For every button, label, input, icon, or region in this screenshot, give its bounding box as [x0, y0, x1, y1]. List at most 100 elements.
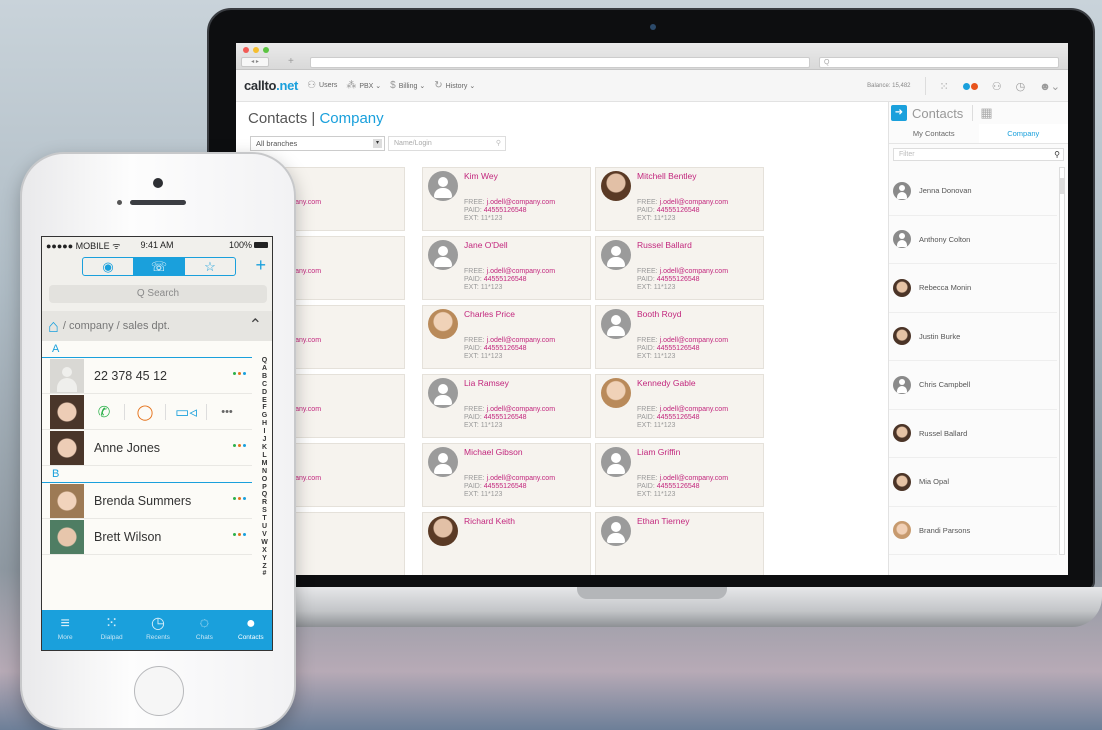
alphabet-letter[interactable]: V [260, 531, 269, 539]
contact-card[interactable]: Michael Gibson FREE: j.odell@company.com … [422, 443, 591, 507]
status-indicator[interactable] [962, 82, 978, 90]
alphabet-letter[interactable]: G [260, 412, 269, 420]
alphabet-letter[interactable]: A [260, 365, 269, 373]
alphabet-letter[interactable]: Z [260, 563, 269, 571]
phone-call-icon[interactable]: ✆ [84, 403, 124, 421]
contact-card[interactable]: Kim Wey FREE: j.odell@company.com PAID: 4… [422, 167, 591, 231]
tab-chats[interactable]: ◌ Chats [181, 610, 227, 650]
more-dots-icon[interactable] [233, 533, 246, 536]
panel-scrollbar[interactable] [1059, 167, 1065, 555]
clock-icon[interactable]: ◷ [1016, 80, 1026, 93]
contact-card[interactable]: Liam Griffin FREE: j.odell@company.com PA… [595, 443, 764, 507]
more-dots-icon[interactable] [233, 444, 246, 447]
alphabet-letter[interactable]: N [260, 468, 269, 476]
more-dots-icon[interactable] [233, 497, 246, 500]
alphabet-letter[interactable]: F [260, 404, 269, 412]
company-segment[interactable]: ☏ [134, 258, 185, 275]
alphabet-letter[interactable]: Q [260, 491, 269, 499]
name-login-filter[interactable]: Name/Login ⚲ [388, 136, 506, 151]
list-item[interactable]: Anne Jones [42, 430, 252, 466]
contact-card[interactable]: Lia Ramsey FREE: j.odell@company.com PAID… [422, 374, 591, 438]
contact-card[interactable]: Ethan Tierney [595, 512, 764, 575]
account-menu-icon[interactable]: ☻⌄ [1039, 80, 1060, 93]
browser-search-bar[interactable]: Q [819, 57, 1059, 68]
alphabet-letter[interactable]: M [260, 460, 269, 468]
url-bar[interactable] [310, 57, 810, 68]
video-call-icon[interactable]: ▭◃ [166, 403, 206, 421]
alphabet-letter[interactable]: L [260, 452, 269, 460]
panel-contact-item[interactable]: Rebecca Monin [889, 264, 1057, 313]
contact-card[interactable]: Jane O'Dell FREE: j.odell@company.com PAI… [422, 236, 591, 300]
alphabet-letter[interactable]: W [260, 539, 269, 547]
list-item[interactable]: 22 378 45 12 [42, 358, 252, 394]
panel-contact-item[interactable]: Justin Burke [889, 313, 1057, 361]
contact-name[interactable]: Booth Royd [637, 309, 681, 319]
grid-view-icon[interactable]: ▦ [972, 105, 993, 121]
contact-name[interactable]: Lia Ramsey [464, 378, 509, 388]
branch-select[interactable]: All branches ▾ [250, 136, 385, 151]
contact-name[interactable]: Russel Ballard [637, 240, 692, 250]
home-icon[interactable]: ⌂ [48, 316, 59, 337]
minimize-window-button[interactable] [253, 47, 259, 53]
back-forward-buttons[interactable]: ◂ ▸ [241, 57, 269, 67]
nav-users[interactable]: ⚇ Users [307, 80, 337, 91]
new-tab-button[interactable]: + [288, 56, 294, 67]
more-icon[interactable]: ••• [207, 406, 247, 418]
tab-recents[interactable]: ◷ Recents [135, 610, 181, 650]
alphabet-letter[interactable]: H [260, 420, 269, 428]
contact-card[interactable]: Mitchell Bentley FREE: j.odell@company.co… [595, 167, 764, 231]
person-segment[interactable]: ◉ [83, 258, 134, 275]
alphabet-letter[interactable]: Y [260, 555, 269, 563]
panel-contact-item[interactable]: Brandi Parsons [889, 507, 1057, 555]
close-window-button[interactable] [243, 47, 249, 53]
alphabet-letter[interactable]: Q [260, 357, 269, 365]
alphabet-letter[interactable]: S [260, 507, 269, 515]
alphabet-letter[interactable]: T [260, 515, 269, 523]
contact-name[interactable]: Mitchell Bentley [637, 171, 697, 181]
alphabet-letter[interactable]: I [260, 428, 269, 436]
nav-history[interactable]: ↻ History ⌄ [434, 80, 475, 91]
contact-name[interactable]: Ethan Tierney [637, 516, 689, 526]
list-item[interactable]: Brenda Summers [42, 483, 252, 519]
favorites-segment[interactable]: ☆ [185, 258, 235, 275]
alphabet-letter[interactable]: J [260, 436, 269, 444]
tab-dialpad[interactable]: ⁙ Dialpad [88, 610, 134, 650]
app-logo[interactable]: callto.net [244, 78, 298, 93]
search-input[interactable]: Q Search [49, 285, 267, 303]
users-icon[interactable]: ⚇ [992, 80, 1002, 93]
alphabet-index[interactable]: Q A B C D E F G H I J K L M N O P Q R S T U V W X Y Z # [260, 357, 269, 578]
alphabet-letter[interactable]: # [260, 570, 269, 578]
chat-bubble-icon[interactable]: ◯ [125, 403, 165, 421]
add-contact-button[interactable]: + [255, 255, 266, 276]
contact-name[interactable]: Kennedy Gable [637, 378, 696, 388]
alphabet-letter[interactable]: E [260, 397, 269, 405]
panel-contact-item[interactable]: Russel Ballard [889, 410, 1057, 458]
panel-contact-item[interactable]: Chris Campbell [889, 361, 1057, 410]
panel-contact-item[interactable]: Jenna Donovan [889, 167, 1057, 216]
contact-card[interactable]: Kennedy Gable FREE: j.odell@company.com P… [595, 374, 764, 438]
list-item[interactable]: Brett Wilson [42, 519, 252, 555]
alphabet-letter[interactable]: D [260, 389, 269, 397]
alphabet-letter[interactable]: C [260, 381, 269, 389]
panel-contact-item[interactable]: Anthony Colton [889, 216, 1057, 264]
contact-card[interactable]: Russel Ballard FREE: j.odell@company.com … [595, 236, 764, 300]
contact-name[interactable]: Michael Gibson [464, 447, 523, 457]
alphabet-letter[interactable]: B [260, 373, 269, 381]
collapse-panel-icon[interactable]: ➜ [891, 105, 907, 121]
contact-card[interactable]: Booth Royd FREE: j.odell@company.com PAID… [595, 305, 764, 369]
contact-card[interactable]: Charles Price FREE: j.odell@company.com P… [422, 305, 591, 369]
contact-name[interactable]: Jane O'Dell [464, 240, 508, 250]
panel-filter-input[interactable]: Filter ⚲ [893, 148, 1064, 161]
home-button[interactable] [134, 666, 184, 716]
contact-name[interactable]: Charles Price [464, 309, 515, 319]
alphabet-letter[interactable]: X [260, 547, 269, 555]
alphabet-letter[interactable]: U [260, 523, 269, 531]
apps-grid-icon[interactable]: ⁙ [940, 80, 949, 93]
contact-card[interactable]: Richard Keith [422, 512, 591, 575]
nav-billing[interactable]: $ Billing ⌄ [390, 80, 425, 91]
tab-my-contacts[interactable]: My Contacts [889, 124, 979, 143]
maximize-window-button[interactable] [263, 47, 269, 53]
tab-company[interactable]: Company [978, 124, 1068, 143]
alphabet-letter[interactable]: O [260, 476, 269, 484]
chevron-up-icon[interactable]: ⌃ [249, 315, 262, 335]
